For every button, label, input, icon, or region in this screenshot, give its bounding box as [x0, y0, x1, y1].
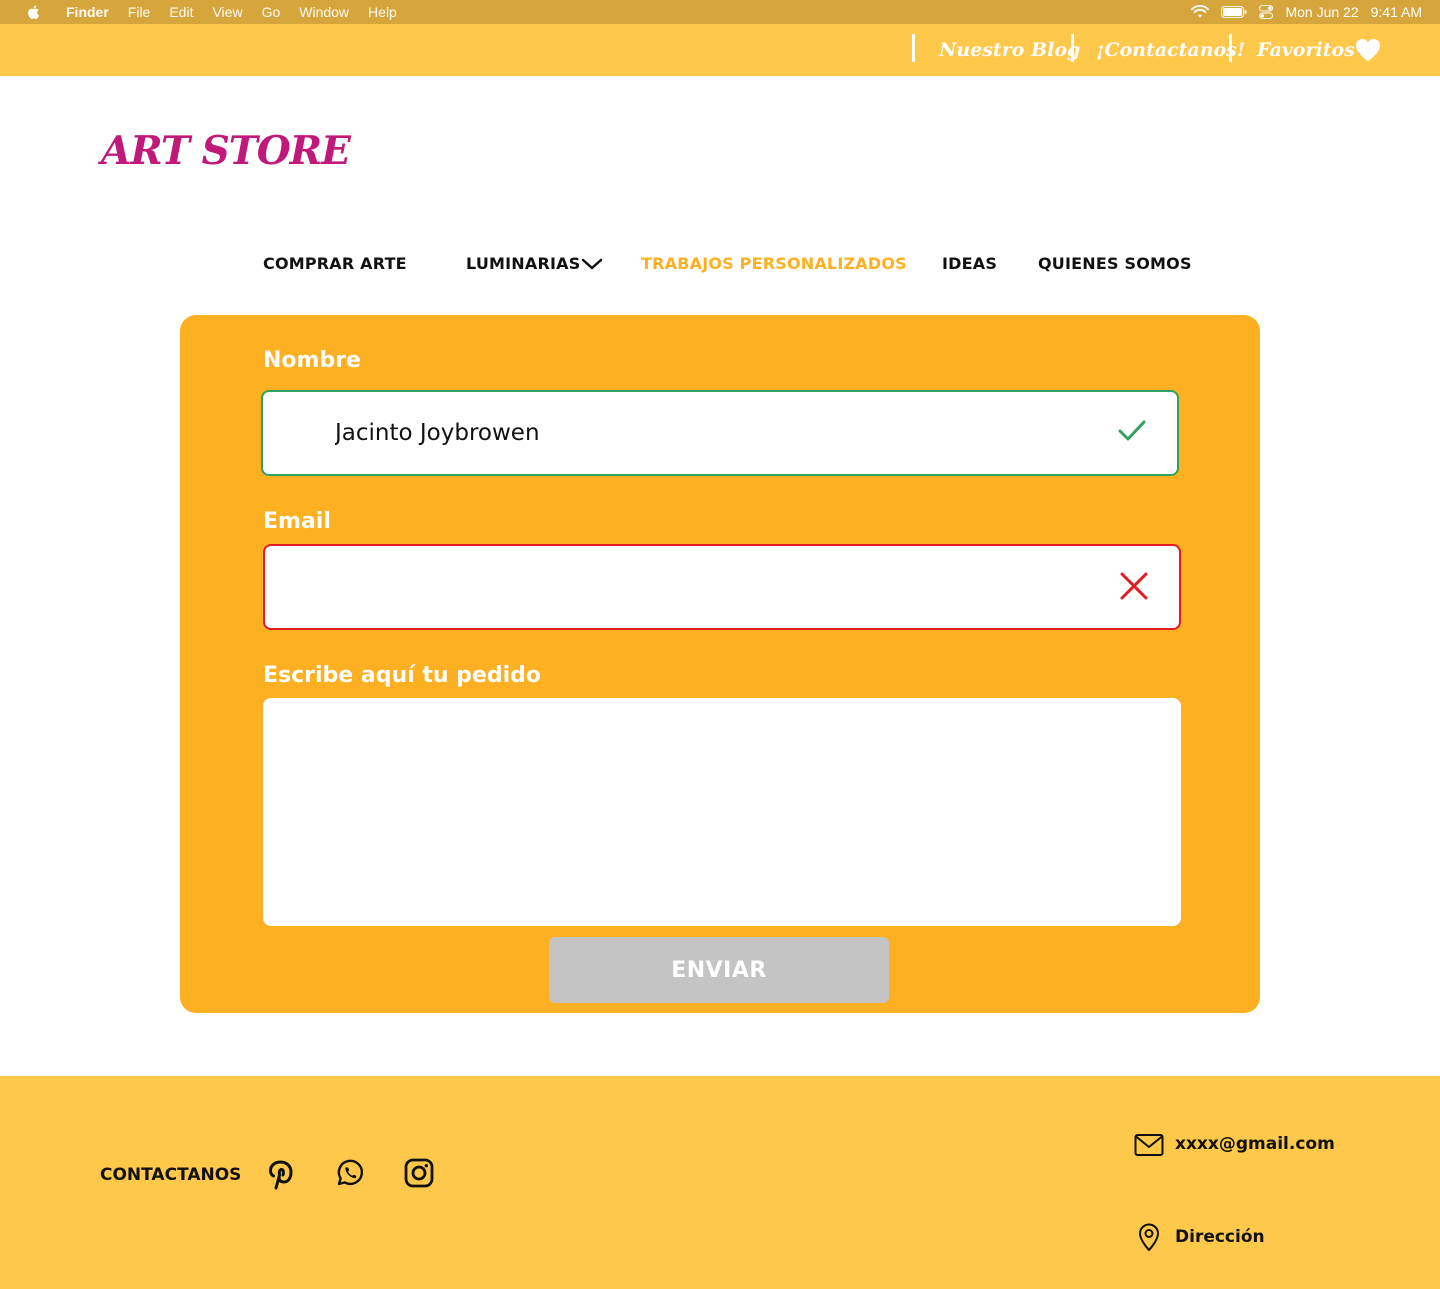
favorites-link[interactable]: Favoritos	[1257, 24, 1355, 76]
error-x-icon	[1120, 572, 1148, 600]
location-pin-icon	[1139, 1223, 1159, 1251]
menu-date: Mon Jun 22	[1285, 4, 1359, 20]
name-label: Nombre	[263, 348, 361, 373]
footer-contact-label: CONTACTANOS	[100, 1165, 242, 1185]
order-form: Nombre Email Escribe aquí tu pedido ENVI…	[180, 315, 1260, 1013]
nav-item-trabajos-personalizados[interactable]: TRABAJOS PERSONALIZADOS	[641, 254, 907, 273]
pinterest-icon[interactable]	[266, 1158, 294, 1190]
top-separator	[912, 34, 915, 62]
name-input[interactable]	[335, 392, 1095, 474]
control-center-icon[interactable]	[1259, 5, 1274, 19]
menu-app-name[interactable]: Finder	[66, 4, 109, 20]
menu-file[interactable]: File	[128, 4, 151, 20]
menu-window[interactable]: Window	[299, 4, 349, 20]
main-nav: COMPRAR ARTE LUMINARIAS TRABAJOS PERSONA…	[0, 254, 1440, 278]
nav-item-ideas[interactable]: IDEAS	[942, 254, 997, 273]
nav-item-quienes-somos[interactable]: QUIENES SOMOS	[1038, 254, 1192, 273]
menu-view[interactable]: View	[212, 4, 242, 20]
wifi-icon[interactable]	[1191, 5, 1210, 19]
footer-address: Dirección	[1175, 1227, 1265, 1247]
menu-go[interactable]: Go	[262, 4, 281, 20]
chevron-down-icon[interactable]	[581, 257, 603, 271]
menu-help[interactable]: Help	[368, 4, 397, 20]
email-field[interactable]	[263, 544, 1181, 630]
blog-link[interactable]: Nuestro Blog	[939, 24, 1080, 76]
nav-item-comprar-arte[interactable]: COMPRAR ARTE	[263, 254, 407, 273]
footer-email[interactable]: xxxx@gmail.com	[1175, 1134, 1335, 1154]
order-textarea[interactable]	[263, 698, 1181, 926]
site-logo[interactable]: ART STORE	[101, 128, 351, 174]
name-field[interactable]	[261, 390, 1179, 476]
top-bar: Nuestro Blog ¡Contactanos! Favoritos	[0, 24, 1440, 76]
menu-time: 9:41 AM	[1370, 4, 1422, 20]
top-separator	[1229, 34, 1232, 62]
menu-edit[interactable]: Edit	[169, 4, 193, 20]
email-label: Email	[263, 509, 331, 534]
nav-item-luminarias[interactable]: LUMINARIAS	[466, 254, 580, 273]
system-menu-bar: Finder File Edit View Go Window Help Mon…	[0, 0, 1440, 24]
battery-icon[interactable]	[1221, 6, 1247, 18]
submit-button[interactable]: ENVIAR	[549, 937, 889, 1003]
whatsapp-icon[interactable]	[335, 1158, 365, 1188]
mail-icon	[1134, 1134, 1164, 1156]
email-input[interactable]	[337, 546, 1097, 628]
order-label: Escribe aquí tu pedido	[263, 663, 541, 688]
footer: CONTACTANOS xxxx@gmail.com Dirección	[0, 1076, 1440, 1289]
heart-icon[interactable]	[1355, 38, 1381, 62]
contact-link[interactable]: ¡Contactanos!	[1096, 24, 1245, 76]
apple-icon[interactable]	[26, 4, 42, 20]
instagram-icon[interactable]	[404, 1158, 434, 1188]
top-separator	[1071, 34, 1074, 62]
check-icon	[1118, 420, 1146, 441]
